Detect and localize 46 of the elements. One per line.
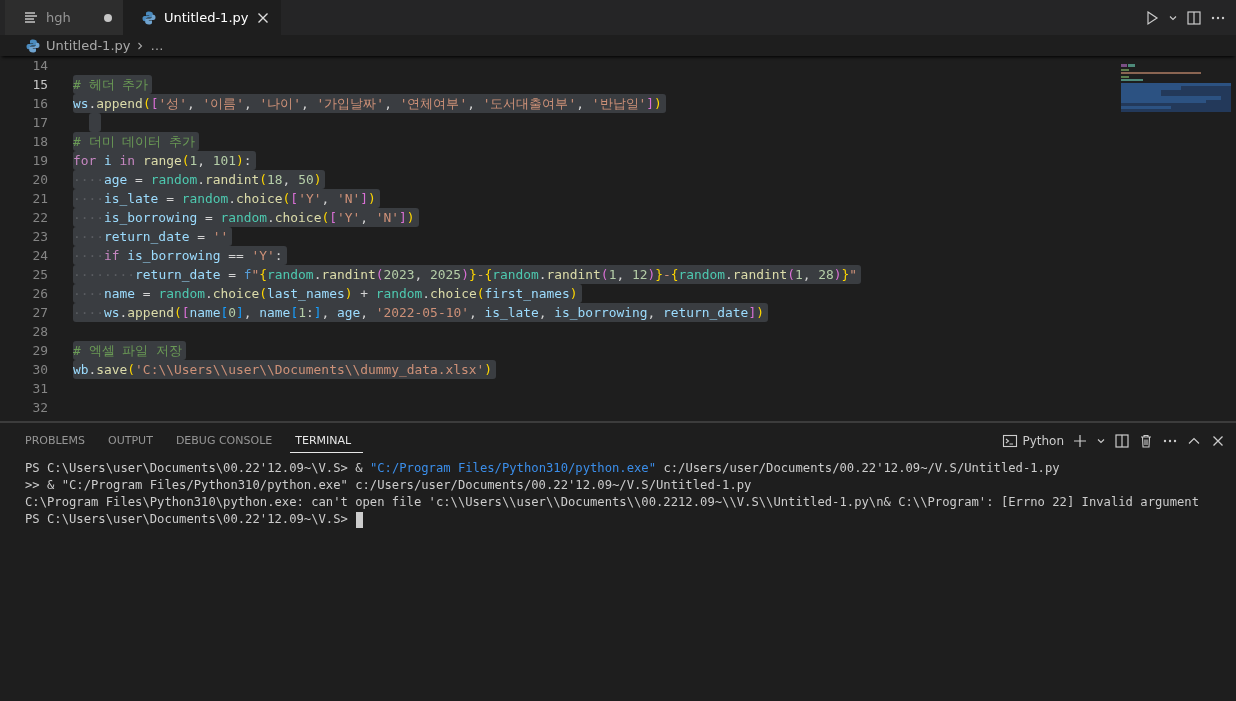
line-number: 20	[31, 171, 49, 189]
terminal-text: "C:/Program Files/Python310/python.exe"	[369, 460, 657, 477]
line-number: 32	[31, 399, 49, 417]
line-number: 26	[31, 285, 49, 303]
editor-tab[interactable]: Untitled-1.py	[123, 0, 282, 35]
tab-label: Untitled-1.py	[164, 10, 249, 25]
line-number: 21	[31, 190, 49, 208]
terminal-name[interactable]: Python	[1022, 433, 1064, 448]
text-cursor	[355, 511, 363, 528]
panel-tab[interactable]: TERMINAL	[290, 428, 364, 453]
line-number: 27	[31, 304, 49, 322]
terminal-text: C:\Program Files\Python310\python.exe: can't open file 'c:\\Users\\user\\Documents\\00.2212.09~\\V.S\\Untitled-1.py\n& C:\\Program': [Errno 22] Invalid argument	[25, 494, 1199, 511]
python-icon	[25, 37, 41, 54]
line-number: 14	[31, 57, 49, 75]
panel-tab[interactable]: OUTPUT	[103, 428, 165, 453]
lines-icon	[23, 9, 39, 26]
panel-tab[interactable]: PROBLEMS	[20, 428, 98, 453]
line-number: 25	[31, 266, 49, 284]
terminal-icon	[1002, 432, 1019, 449]
line-number: 30	[31, 361, 49, 379]
line-number: 18	[31, 133, 49, 151]
trash-icon[interactable]	[1138, 432, 1154, 449]
run-icon[interactable]	[1144, 9, 1160, 26]
line-number: 31	[31, 380, 49, 398]
tab-label: hgh	[46, 10, 72, 25]
line-number: 15	[31, 76, 49, 94]
editor-tab[interactable]: hgh	[5, 0, 123, 35]
line-number: 29	[31, 342, 49, 360]
terminal-text: PS C:\Users\user\Documents\00.22'12.09~\V.S> &	[25, 460, 364, 477]
line-number: 28	[31, 323, 49, 341]
line-number: 19	[31, 152, 49, 170]
line-number: 24	[31, 247, 49, 265]
breadcrumb-item[interactable]: …	[150, 38, 164, 53]
panel-tab[interactable]: DEBUG CONSOLE	[170, 428, 285, 453]
line-number: 22	[31, 209, 49, 227]
split-terminal-icon[interactable]	[1114, 432, 1130, 449]
terminal-text: c:/Users/user/Documents/00.22'12.09~/V.S/Untitled-1.py	[662, 460, 1060, 477]
line-number: 17	[31, 114, 49, 132]
line-number: 16	[31, 95, 49, 113]
breadcrumb-item[interactable]: Untitled-1.py	[46, 38, 131, 53]
plus-icon[interactable]	[1072, 432, 1088, 449]
terminal-text: >> & "C:/Program Files/Python310/python.exe" c:/Users/user/Documents/00.22'12.09~/V.S/Untitled-1.py	[25, 477, 752, 494]
terminal-text: PS C:\Users\user\Documents\00.22'12.09~\V.S>	[25, 511, 348, 528]
split-editor-icon[interactable]	[1186, 9, 1202, 26]
line-number: 23	[31, 228, 49, 246]
python-icon	[141, 9, 157, 26]
